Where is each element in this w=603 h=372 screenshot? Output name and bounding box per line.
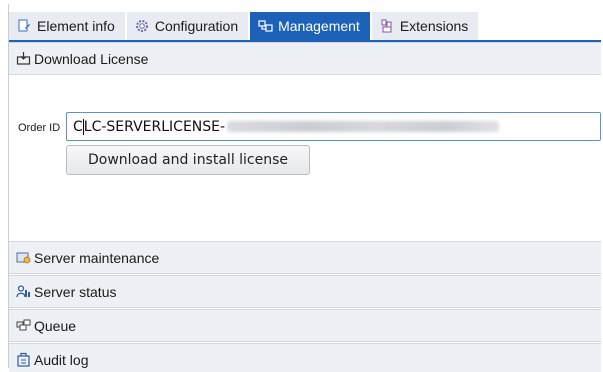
tab-label: Element info (37, 18, 115, 34)
tab-extensions[interactable]: Extensions (371, 12, 481, 40)
section-server-status[interactable]: Server status (9, 275, 601, 308)
download-license-icon (15, 51, 31, 67)
order-id-value: LC-SERVERLICENSE- (83, 118, 226, 135)
server-status-icon (15, 284, 31, 300)
tab-element-info[interactable]: Element info (9, 12, 127, 40)
section-title: Server maintenance (34, 249, 160, 266)
order-id-prefix-c: C (73, 118, 83, 135)
section-title: Queue (34, 317, 77, 334)
section-audit-log[interactable]: Audit log (9, 343, 601, 372)
gear-icon (134, 18, 150, 34)
tab-label: Configuration (154, 18, 239, 34)
order-id-input[interactable]: C LC-SERVERLICENSE- (66, 112, 601, 141)
tab-bar: Element info Configuration Management Ex… (9, 12, 481, 40)
section-title: Server status (34, 283, 117, 300)
order-id-label: Order ID (18, 122, 61, 134)
tab-management[interactable]: Management (250, 12, 372, 40)
server-maintenance-icon (15, 250, 31, 266)
tab-configuration[interactable]: Configuration (126, 12, 251, 40)
section-title: Download License (34, 50, 149, 67)
management-icon (257, 18, 273, 34)
section-queue[interactable]: Queue (9, 309, 601, 342)
tab-label: Extensions (399, 18, 469, 34)
tab-label: Management (278, 18, 360, 34)
redacted-order-id (227, 121, 500, 132)
audit-log-icon (15, 352, 31, 368)
document-edit-icon (16, 18, 32, 34)
queue-icon (15, 318, 31, 334)
download-install-license-button[interactable]: Download and install license (66, 145, 310, 175)
section-download-license[interactable]: Download License (9, 42, 601, 75)
section-server-maintenance[interactable]: Server maintenance (9, 241, 601, 274)
management-panel: Element info Configuration Management Ex… (0, 0, 603, 372)
section-title: Audit log (34, 351, 89, 368)
extensions-icon (379, 18, 395, 34)
